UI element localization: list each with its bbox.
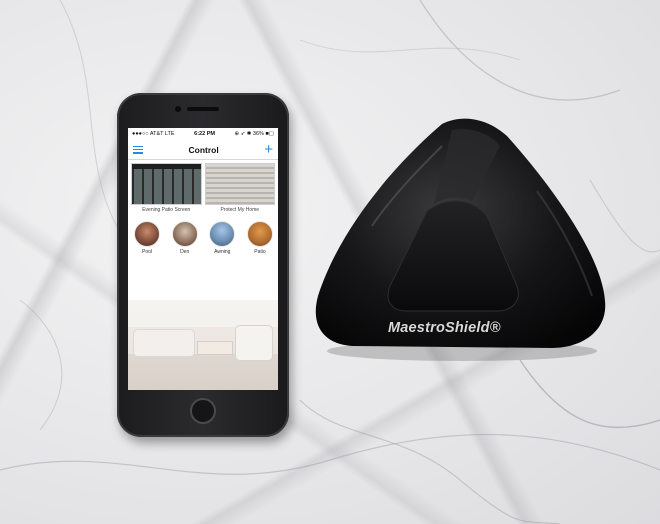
scene-thumbnail <box>204 163 275 205</box>
device-thumbnail <box>171 221 198 247</box>
scene-tile-evening-patio[interactable]: Evening Patio Screen <box>131 163 202 213</box>
device-pool[interactable]: Pool <box>132 221 162 255</box>
smartphone: ●●●○○ AT&T LTE 6:22 PM ⊕ ➶ ✱ 36% ■▢ Cont… <box>117 93 289 437</box>
clock: 6:22 PM <box>194 131 215 137</box>
room-background-image <box>128 300 278 390</box>
scene-thumbnail <box>131 163 202 205</box>
table-shape <box>198 342 232 354</box>
scene-label: Protect My Home <box>220 207 260 213</box>
device-label: Patio <box>254 249 266 255</box>
device-label: Pool <box>141 249 152 255</box>
device-den[interactable]: Den <box>170 221 200 255</box>
chair-shape <box>236 326 272 360</box>
device-thumbnail <box>134 221 160 247</box>
nav-bar: Control + <box>128 140 278 160</box>
plus-icon[interactable]: + <box>264 142 273 157</box>
device-label: Awning <box>214 249 231 255</box>
device-patio[interactable]: Patio <box>245 221 275 255</box>
scene-tile-protect-home[interactable]: Protect My Home <box>204 163 275 213</box>
device-label: Den <box>180 249 190 255</box>
home-button[interactable] <box>190 398 216 424</box>
brand-logo-text: MaestroShield® <box>388 320 501 336</box>
device-list: Pool Den Awning Patio <box>128 213 278 255</box>
status-bar: ●●●○○ AT&T LTE 6:22 PM ⊕ ➶ ✱ 36% ■▢ <box>128 128 278 140</box>
sofa-shape <box>134 330 194 356</box>
carrier-label: ●●●○○ AT&T LTE <box>132 131 175 137</box>
device-thumbnail <box>246 221 273 247</box>
device-awning[interactable]: Awning <box>207 221 237 255</box>
scene-label: Evening Patio Screen <box>142 207 191 213</box>
page-title: Control <box>188 144 219 155</box>
scene-list: Evening Patio Screen Protect My Home <box>128 160 278 213</box>
hamburger-menu-icon[interactable] <box>133 145 143 154</box>
battery-indicator: ⊕ ➶ ✱ 36% ■▢ <box>234 131 274 137</box>
device-thumbnail <box>209 221 236 247</box>
front-camera <box>175 106 181 112</box>
earpiece-speaker <box>187 107 219 111</box>
app-screen: ●●●○○ AT&T LTE 6:22 PM ⊕ ➶ ✱ 36% ■▢ Cont… <box>128 128 278 390</box>
product-photo: ●●●○○ AT&T LTE 6:22 PM ⊕ ➶ ✱ 36% ■▢ Cont… <box>0 0 660 524</box>
